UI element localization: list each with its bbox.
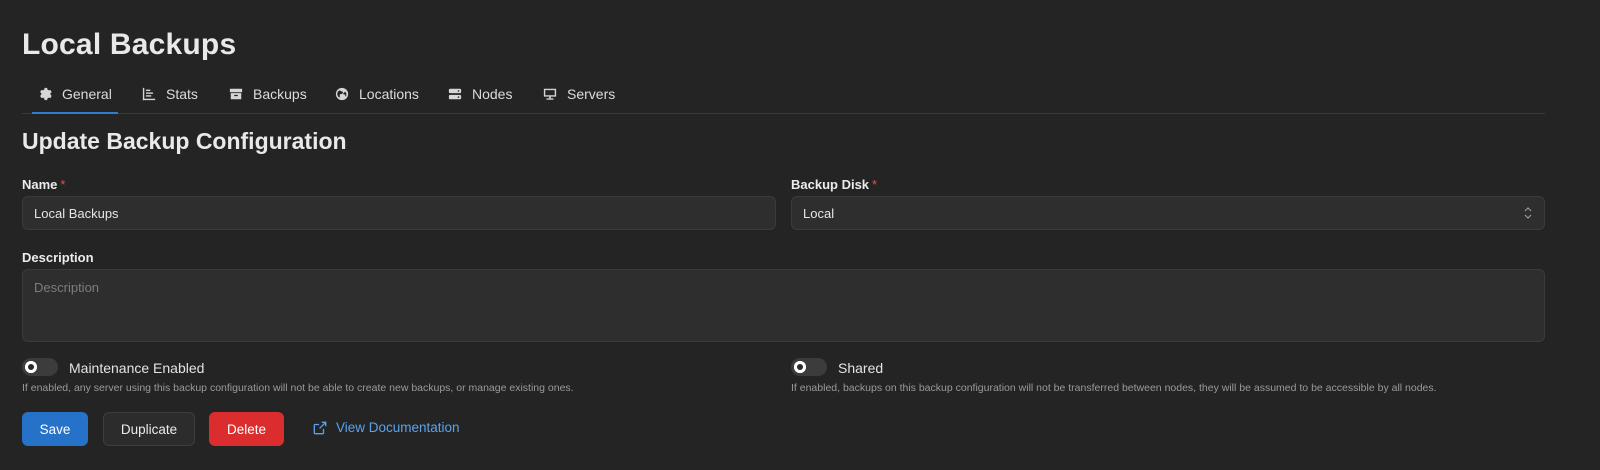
tab-label: Locations [359,85,419,102]
tab-nodes[interactable]: Nodes [448,82,512,113]
shared-toggle[interactable] [791,358,827,376]
tab-label: Backups [253,85,307,102]
delete-button[interactable]: Delete [209,412,284,446]
save-button[interactable]: Save [22,412,88,446]
monitor-icon [543,88,557,100]
gear-icon [40,87,52,100]
tab-label: Servers [567,85,616,102]
tab-label: Stats [166,85,198,102]
name-label-text: Name [22,177,58,192]
backup-disk-select[interactable]: Local [791,196,1545,230]
maintenance-toggle[interactable] [22,358,58,376]
external-link-icon [313,421,327,434]
backup-disk-value: Local [803,205,835,221]
maintenance-help-text: If enabled, any server using this backup… [22,382,574,394]
backup-disk-label: Backup Disk * [791,177,877,192]
duplicate-button[interactable]: Duplicate [103,412,195,446]
tab-label: General [62,85,112,102]
view-documentation-label: View Documentation [336,420,460,435]
description-label: Description [22,250,94,265]
chevron-up-down-icon [1524,207,1532,219]
page: Local Backups General Stats Backups Loca… [0,0,1600,470]
archive-icon [229,88,243,99]
required-mark: * [60,177,66,192]
page-title: Local Backups [22,28,237,61]
toggle-knob [794,361,806,373]
name-label: Name * [22,177,65,192]
tab-servers[interactable]: Servers [543,82,615,113]
tab-label: Nodes [472,85,513,102]
tab-stats[interactable]: Stats [142,82,198,113]
form-title: Update Backup Configuration [22,128,347,154]
shared-help-text: If enabled, backups on this backup confi… [791,382,1437,394]
globe-icon [335,87,349,100]
shared-label: Shared [838,360,884,376]
tab-backups[interactable]: Backups [229,82,307,113]
name-input[interactable] [22,196,776,230]
tab-bar: General Stats Backups Locations Nodes Se… [22,82,1545,114]
tab-general[interactable]: General [32,82,118,114]
description-textarea[interactable] [22,269,1545,342]
tab-locations[interactable]: Locations [335,82,419,113]
view-documentation-link[interactable]: View Documentation [313,420,460,435]
required-mark: * [872,177,878,192]
maintenance-label: Maintenance Enabled [69,360,205,376]
server-icon [448,88,462,99]
toggle-knob [25,361,37,373]
backup-disk-label-text: Backup Disk [791,177,870,192]
bar-chart-icon [142,87,156,100]
